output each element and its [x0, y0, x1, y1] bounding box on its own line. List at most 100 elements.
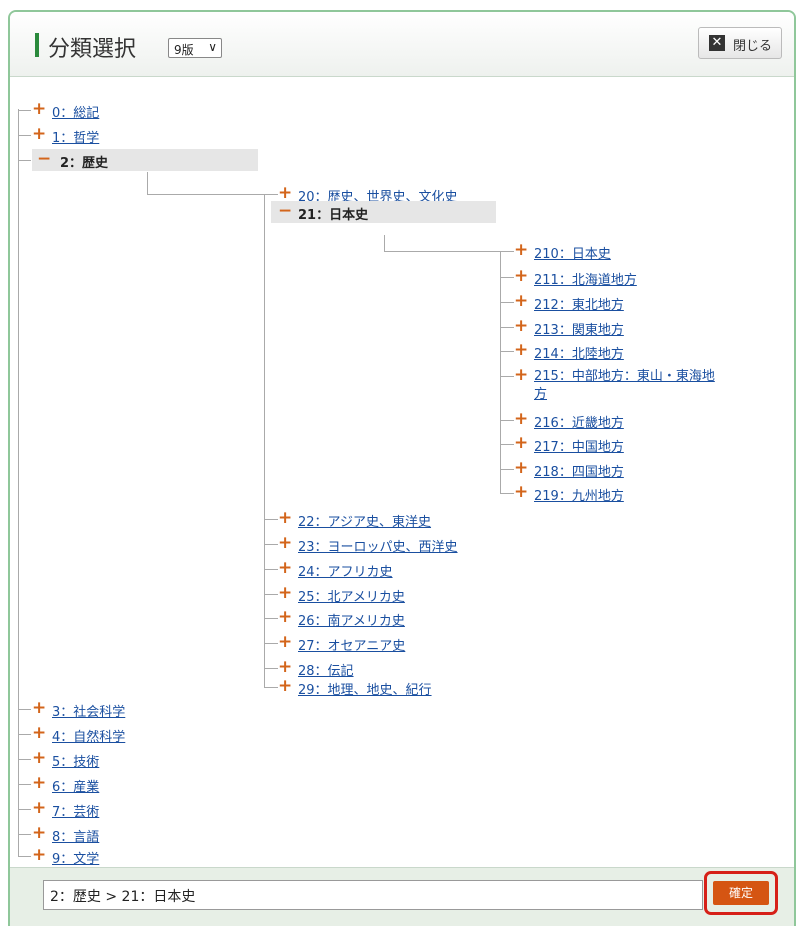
- tree-node-label[interactable]: 3：社会科学: [52, 701, 125, 720]
- collapse-icon[interactable]: −: [278, 201, 292, 223]
- tree-node-210[interactable]: + 210：日本史: [514, 240, 714, 262]
- classification-tree: + 0：総記 + 1：哲学 − 2：歴史 + 20：歴史、世界史、文化史 − 2…: [10, 76, 794, 868]
- tree-node-214[interactable]: + 214：北陸地方: [514, 340, 714, 362]
- tree-node-label[interactable]: 24：アフリカ史: [298, 561, 393, 580]
- tree-line: [264, 544, 278, 545]
- tree-line: [18, 856, 31, 857]
- tree-node-label[interactable]: 27：オセアニア史: [298, 635, 405, 654]
- tree-node-label[interactable]: 215：中部地方：東山・東海地方: [534, 368, 720, 404]
- tree-node-1[interactable]: + 1：哲学: [32, 124, 232, 146]
- expand-icon[interactable]: +: [514, 409, 528, 431]
- tree-node-213[interactable]: + 213：関東地方: [514, 316, 714, 338]
- version-select-value: 9版: [174, 43, 194, 57]
- expand-icon[interactable]: +: [32, 845, 46, 867]
- expand-icon[interactable]: +: [32, 723, 46, 745]
- selected-path-field[interactable]: 2：歴史 > 21：日本史: [43, 880, 703, 910]
- tree-node-8[interactable]: + 8：言語: [32, 823, 232, 845]
- version-select[interactable]: 9版 ∨: [168, 38, 222, 58]
- tree-node-label[interactable]: 219：九州地方: [534, 485, 624, 504]
- tree-node-24[interactable]: + 24：アフリカ史: [278, 558, 498, 580]
- expand-icon[interactable]: +: [278, 558, 292, 580]
- tree-node-label[interactable]: 21：日本史: [298, 204, 368, 223]
- expand-icon[interactable]: +: [514, 365, 528, 387]
- tree-node-label[interactable]: 218：四国地方: [534, 461, 624, 480]
- page-title: 分類選択: [48, 37, 137, 62]
- expand-icon[interactable]: +: [514, 316, 528, 338]
- expand-icon[interactable]: +: [278, 533, 292, 555]
- tree-line: [500, 302, 514, 303]
- tree-node-label[interactable]: 8：言語: [52, 826, 99, 845]
- expand-icon[interactable]: +: [278, 676, 292, 698]
- expand-icon[interactable]: +: [32, 773, 46, 795]
- tree-node-29[interactable]: + 29：地理、地史、紀行: [278, 676, 498, 698]
- tree-node-211[interactable]: + 211：北海道地方: [514, 266, 714, 288]
- tree-node-217[interactable]: + 217：中国地方: [514, 433, 714, 455]
- tree-node-label[interactable]: 2：歴史: [60, 152, 108, 171]
- expand-icon[interactable]: +: [32, 823, 46, 845]
- tree-node-5[interactable]: + 5：技術: [32, 748, 232, 770]
- close-button[interactable]: ✕ 閉じる: [698, 27, 782, 59]
- tree-node-3[interactable]: + 3：社会科学: [32, 698, 232, 720]
- tree-node-label[interactable]: 216：近畿地方: [534, 412, 624, 431]
- tree-line: [500, 277, 514, 278]
- expand-icon[interactable]: +: [514, 340, 528, 362]
- tree-node-215[interactable]: + 215：中部地方：東山・東海地方: [514, 365, 729, 405]
- tree-node-label[interactable]: 5：技術: [52, 751, 99, 770]
- tree-node-label[interactable]: 211：北海道地方: [534, 269, 637, 288]
- tree-node-21[interactable]: − 21：日本史: [271, 201, 496, 223]
- tree-node-label[interactable]: 29：地理、地史、紀行: [298, 679, 432, 698]
- tree-node-label[interactable]: 26：南アメリカ史: [298, 610, 405, 629]
- expand-icon[interactable]: +: [514, 482, 528, 504]
- tree-node-218[interactable]: + 218：四国地方: [514, 458, 714, 480]
- tree-line: [18, 160, 31, 161]
- tree-node-label[interactable]: 214：北陸地方: [534, 343, 624, 362]
- tree-node-label[interactable]: 210：日本史: [534, 243, 611, 262]
- tree-node-216[interactable]: + 216：近畿地方: [514, 409, 714, 431]
- tree-node-0[interactable]: + 0：総記: [32, 99, 232, 121]
- tree-node-7[interactable]: + 7：芸術: [32, 798, 232, 820]
- tree-node-label[interactable]: 213：関東地方: [534, 319, 624, 338]
- expand-icon[interactable]: +: [278, 583, 292, 605]
- tree-node-6[interactable]: + 6：産業: [32, 773, 232, 795]
- tree-line: [147, 172, 148, 194]
- tree-line: [18, 834, 31, 835]
- tree-node-4[interactable]: + 4：自然科学: [32, 723, 232, 745]
- tree-node-label[interactable]: 0：総記: [52, 102, 99, 121]
- tree-node-22[interactable]: + 22：アジア史、東洋史: [278, 508, 498, 530]
- tree-node-label[interactable]: 212：東北地方: [534, 294, 624, 313]
- expand-icon[interactable]: +: [32, 798, 46, 820]
- tree-node-27[interactable]: + 27：オセアニア史: [278, 632, 498, 654]
- tree-node-label[interactable]: 217：中国地方: [534, 436, 624, 455]
- expand-icon[interactable]: +: [514, 240, 528, 262]
- expand-icon[interactable]: +: [278, 632, 292, 654]
- tree-line: [500, 251, 514, 252]
- tree-node-label[interactable]: 9：文学: [52, 848, 99, 867]
- expand-icon[interactable]: +: [278, 607, 292, 629]
- expand-icon[interactable]: +: [514, 433, 528, 455]
- tree-node-25[interactable]: + 25：北アメリカ史: [278, 583, 498, 605]
- expand-icon[interactable]: +: [514, 458, 528, 480]
- tree-node-212[interactable]: + 212：東北地方: [514, 291, 714, 313]
- tree-node-label[interactable]: 7：芸術: [52, 801, 99, 820]
- tree-node-23[interactable]: + 23：ヨーロッパ史、西洋史: [278, 533, 498, 555]
- tree-node-2[interactable]: − 2：歴史: [32, 149, 258, 171]
- tree-node-label[interactable]: 6：産業: [52, 776, 99, 795]
- tree-node-label[interactable]: 23：ヨーロッパ史、西洋史: [298, 536, 458, 555]
- tree-node-label[interactable]: 25：北アメリカ史: [298, 586, 405, 605]
- expand-icon[interactable]: +: [514, 291, 528, 313]
- tree-line: [147, 194, 265, 195]
- expand-icon[interactable]: +: [514, 266, 528, 288]
- expand-icon[interactable]: +: [32, 748, 46, 770]
- collapse-icon[interactable]: −: [37, 149, 51, 171]
- confirm-button[interactable]: 確定: [713, 881, 769, 905]
- tree-node-label[interactable]: 1：哲学: [52, 127, 99, 146]
- expand-icon[interactable]: +: [32, 99, 46, 121]
- expand-icon[interactable]: +: [32, 124, 46, 146]
- tree-node-26[interactable]: + 26：南アメリカ史: [278, 607, 498, 629]
- tree-node-9[interactable]: + 9：文学: [32, 845, 232, 867]
- expand-icon[interactable]: +: [278, 508, 292, 530]
- tree-node-219[interactable]: + 219：九州地方: [514, 482, 714, 504]
- tree-node-label[interactable]: 22：アジア史、東洋史: [298, 511, 431, 530]
- tree-node-label[interactable]: 4：自然科学: [52, 726, 125, 745]
- expand-icon[interactable]: +: [32, 698, 46, 720]
